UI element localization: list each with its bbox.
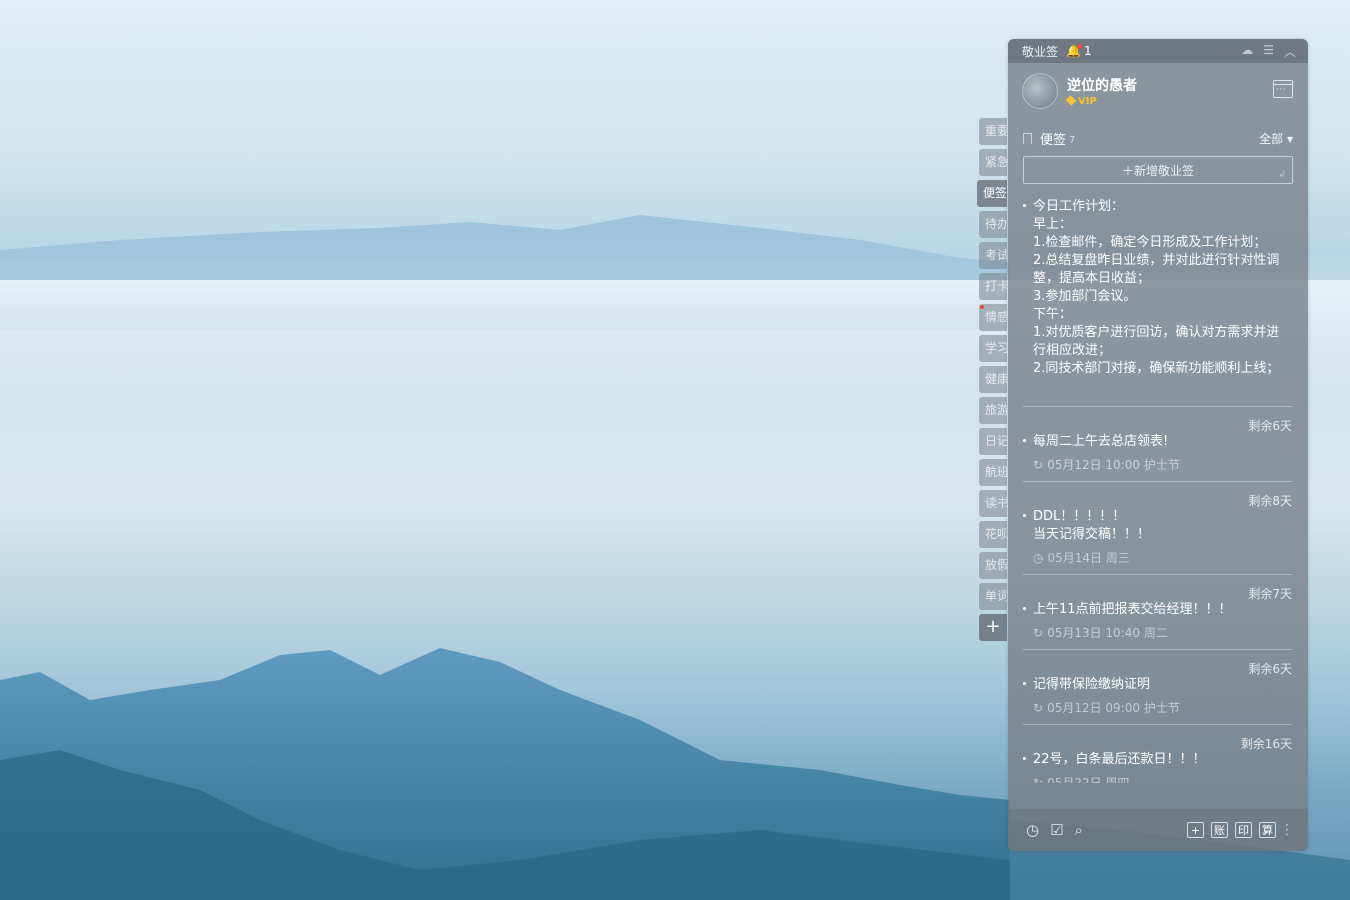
bell-icon[interactable]: 🔔	[1066, 44, 1082, 58]
note-reminder: ↻ 05月12日 09:00 护士节	[1023, 699, 1292, 716]
note-item[interactable]: 剩余16天 22号，白条最后还款日！！！ ↻ 05月22日 周四	[1023, 725, 1292, 783]
reminder-time: 05月22日 周四	[1047, 776, 1130, 783]
side-tab[interactable]: 重要	[979, 118, 1007, 145]
note-list: 今日工作计划： 早上： 1.检查邮件，确定今日形成及工作计划； 2.总结复盘昨日业绩，…	[1008, 198, 1308, 783]
note-reminder: ↻ 05月13日 10:40 周二	[1023, 624, 1292, 641]
note-text: 每周二上午去总店领表!	[1023, 433, 1292, 451]
clock-icon: ◷	[1033, 550, 1044, 565]
note-text: DDL！！！！！ 当天记得交稿！！！	[1023, 508, 1292, 544]
side-tab[interactable]: 紧急	[979, 149, 1007, 176]
note-reminder: ↻ 05月12日 10:00 护士节	[1023, 456, 1292, 473]
note-line: 记得带保险缴纳证明	[1033, 677, 1151, 692]
note-text: 记得带保险缴纳证明	[1023, 676, 1292, 694]
note-text: 22号，白条最后还款日！！！	[1023, 751, 1292, 769]
reminder-time: 05月12日 09:00 护士节	[1047, 701, 1180, 715]
title-bar: 敬业签 🔔 1 ☁ ☰ ︿	[1008, 39, 1308, 63]
collapse-icon[interactable]: ︿	[1284, 43, 1296, 60]
user-name: 逆位的愚者	[1067, 78, 1137, 94]
filter-dropdown[interactable]: 全部 ▾	[1259, 130, 1293, 147]
search-icon[interactable]: ⌕	[1075, 821, 1083, 839]
repeat-icon: ↻	[1033, 625, 1044, 640]
notice-count: 1	[1083, 44, 1092, 58]
note-reminder: ↻ 05月22日 周四	[1023, 774, 1292, 784]
cloud-sync-icon[interactable]: ☁	[1241, 43, 1253, 60]
repeat-icon: ↻	[1033, 775, 1044, 784]
reminder-time: 05月12日 10:00 护士节	[1047, 458, 1180, 472]
category-header: 便签 7 全部 ▾	[1008, 119, 1308, 148]
remaining-days: 剩余6天	[1248, 662, 1292, 676]
note-line: 每周二上午去总店领表!	[1033, 434, 1169, 449]
menu-icon[interactable]: ☰	[1263, 43, 1274, 60]
sticky-notes-panel: 敬业签 🔔 1 ☁ ☰ ︿ 逆位的愚者 VIP 便签 7 全部 ▾ ＋ 新增敬业…	[1008, 39, 1308, 851]
bookmark-icon	[1023, 133, 1032, 144]
clock-icon[interactable]: ◷	[1026, 821, 1039, 839]
more-icon[interactable]: ⋮	[1280, 822, 1294, 838]
note-line: 2.总结复盘昨日业绩，并对此进行针对性调	[1033, 253, 1280, 268]
note-line: 22号，白条最后还款日！！！	[1033, 752, 1206, 767]
category-name: 便签	[1040, 133, 1067, 148]
calendar-icon[interactable]	[1273, 80, 1293, 98]
side-tab[interactable]: 单词	[979, 583, 1007, 610]
note-line: 3.参加部门会议。	[1033, 289, 1137, 304]
side-tab[interactable]: 读书	[979, 490, 1007, 517]
note-text: 上午11点前把报表交给经理！！！	[1023, 601, 1292, 619]
vip-badge: VIP	[1065, 95, 1137, 107]
side-tab[interactable]: 健康	[979, 366, 1007, 393]
account-button[interactable]: 账	[1211, 822, 1228, 838]
side-tab-bar: 重要紧急便签待办考试打卡情感学习健康旅游日记航班读书花呗放假单词 +	[977, 118, 1009, 645]
add-button[interactable]: +	[1187, 822, 1204, 838]
reminder-time: 05月14日 周三	[1047, 551, 1130, 565]
user-header: 逆位的愚者 VIP	[1008, 63, 1308, 119]
side-tab[interactable]: 花呗	[979, 521, 1007, 548]
note-line: 行相应改进；	[1033, 343, 1112, 358]
add-note-button[interactable]: ＋ 新增敬业签 ↲	[1023, 156, 1293, 184]
calendar-check-icon[interactable]: ☑	[1050, 821, 1063, 839]
side-tab[interactable]: 航班	[979, 459, 1007, 486]
note-item[interactable]: 剩余7天上午11点前把报表交给经理！！！ ↻ 05月13日 10:40 周二	[1023, 575, 1292, 650]
side-tab[interactable]: 便签	[977, 180, 1007, 207]
note-line: 当天记得交稿！！！	[1033, 527, 1151, 542]
note-line: 整，提高本日收益；	[1033, 271, 1151, 286]
side-tab[interactable]: 学习	[979, 335, 1007, 362]
side-tab[interactable]: 待办	[979, 211, 1007, 238]
remaining-days: 剩余8天	[1248, 494, 1292, 508]
repeat-icon: ↻	[1033, 457, 1044, 472]
category-count: 7	[1069, 134, 1076, 146]
side-tab[interactable]: 放假	[979, 552, 1007, 579]
note-item[interactable]: 剩余6天记得带保险缴纳证明 ↻ 05月12日 09:00 护士节	[1023, 650, 1292, 725]
note-line: 1.对优质客户进行回访，确认对方需求并进	[1033, 325, 1280, 340]
side-tab[interactable]: 打卡	[979, 273, 1007, 300]
stamp-button[interactable]: 印	[1235, 822, 1252, 838]
note-item[interactable]: 今日工作计划： 早上： 1.检查邮件，确定今日形成及工作计划； 2.总结复盘昨日业绩，…	[1023, 198, 1292, 407]
avatar[interactable]	[1022, 73, 1058, 109]
note-item[interactable]: 剩余6天每周二上午去总店领表! ↻ 05月12日 10:00 护士节	[1023, 407, 1292, 482]
note-reminder: ◷ 05月14日 周三	[1023, 549, 1292, 566]
diamond-icon	[1065, 95, 1077, 106]
enter-icon: ↲	[1278, 170, 1286, 180]
note-line: DDL！！！！！	[1033, 509, 1126, 524]
note-line: 今日工作计划：	[1033, 199, 1125, 214]
note-item[interactable]: 剩余8天 DDL！！！！！ 当天记得交稿！！！ ◷ 05月14日 周三	[1023, 482, 1292, 575]
add-tab-button[interactable]: +	[979, 614, 1007, 641]
note-text: 今日工作计划： 早上： 1.检查邮件，确定今日形成及工作计划； 2.总结复盘昨日业绩，…	[1023, 198, 1292, 378]
note-line: 上午11点前把报表交给经理！！！	[1033, 602, 1232, 617]
side-tab[interactable]: 考试	[979, 242, 1007, 269]
note-line: 2.同技术部门对接，确保新功能顺利上线；	[1033, 361, 1280, 376]
note-line: 下午：	[1033, 307, 1073, 322]
calculator-button[interactable]: 算	[1259, 822, 1276, 838]
remaining-days: 剩余6天	[1248, 419, 1292, 433]
side-tab[interactable]: 情感	[979, 304, 1007, 331]
remaining-days: 剩余16天	[1240, 737, 1292, 751]
side-tab[interactable]: 旅游	[979, 397, 1007, 424]
bottom-toolbar: ◷ ☑ ⌕ + 账印算 ⋮	[1008, 809, 1308, 851]
app-name: 敬业签	[1022, 44, 1059, 59]
repeat-icon: ↻	[1033, 700, 1044, 715]
note-line: 1.检查邮件，确定今日形成及工作计划；	[1033, 235, 1267, 250]
reminder-time: 05月13日 10:40 周二	[1047, 626, 1168, 640]
note-line: 早上：	[1033, 217, 1073, 232]
side-tab[interactable]: 日记	[979, 428, 1007, 455]
remaining-days: 剩余7天	[1248, 587, 1292, 601]
